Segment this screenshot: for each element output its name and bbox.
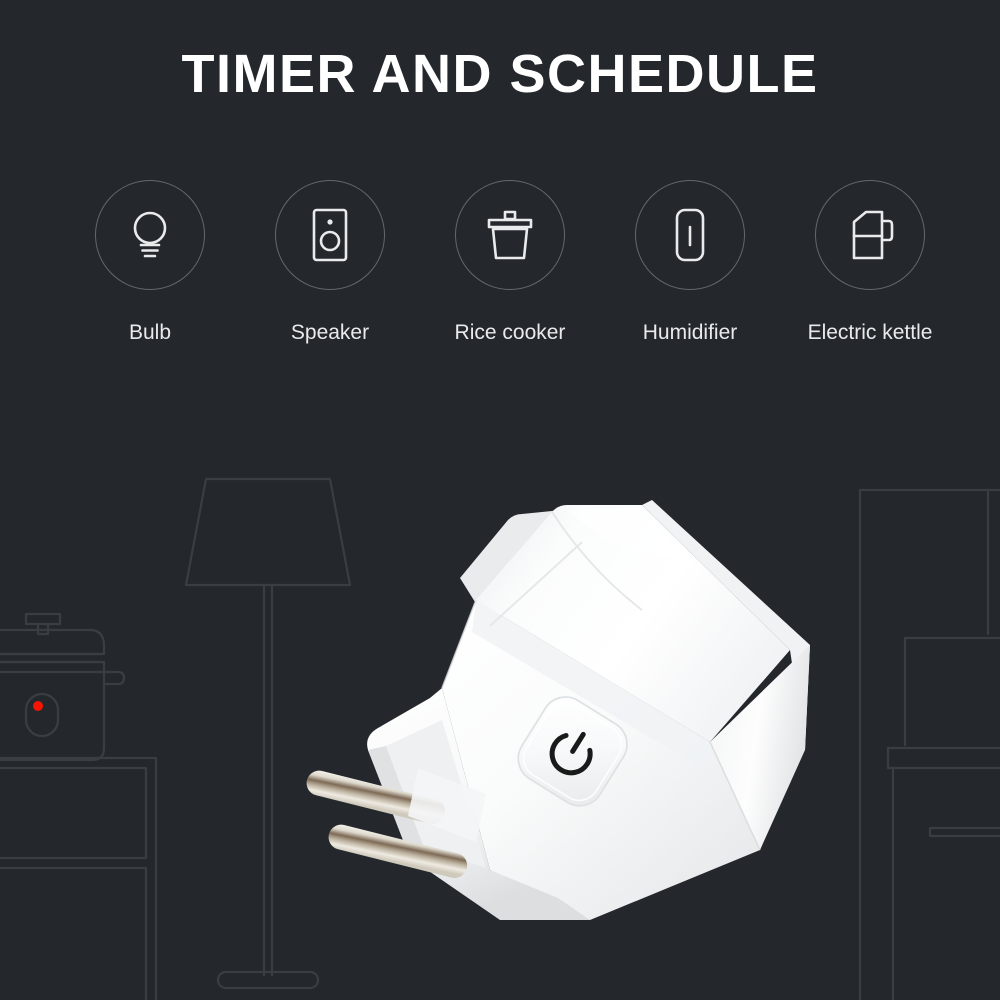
feature-label-speaker: Speaker xyxy=(290,321,370,344)
page-title: TIMER AND SCHEDULE xyxy=(181,44,819,104)
product-image-smart-plug xyxy=(290,450,850,920)
feature-circle-speaker xyxy=(275,180,385,290)
feature-circle-bulb xyxy=(95,180,205,290)
feature-electric-kettle[interactable]: Electric kettle xyxy=(780,180,960,346)
feature-circle-electric-kettle xyxy=(815,180,925,290)
product-banner: TIMER AND SCHEDULE Bulb Speaker Rice coo… xyxy=(0,0,1000,1000)
feature-humidifier[interactable]: Humidifier xyxy=(600,180,780,346)
counter-cabinet-left-art xyxy=(0,756,158,1000)
feature-bulb[interactable]: Bulb xyxy=(60,180,240,346)
electric-kettle-icon xyxy=(844,208,896,262)
feature-rice-cooker[interactable]: Rice cooker xyxy=(420,180,600,346)
feature-circle-rice-cooker xyxy=(455,180,565,290)
humidifier-icon xyxy=(671,206,709,264)
feature-label-bulb: Bulb xyxy=(128,321,172,344)
feature-speaker[interactable]: Speaker xyxy=(240,180,420,346)
rice-cooker-outline-art xyxy=(0,612,126,762)
feature-row: Bulb Speaker Rice cooker Humidifier Elec… xyxy=(60,180,960,360)
cabinet-right-art xyxy=(858,488,1000,1000)
feature-label-electric-kettle: Electric kettle xyxy=(807,321,933,344)
bulb-icon xyxy=(126,206,174,264)
feature-label-rice-cooker: Rice cooker xyxy=(454,321,566,344)
rice-cooker-icon xyxy=(484,208,536,262)
feature-circle-humidifier xyxy=(635,180,745,290)
feature-label-humidifier: Humidifier xyxy=(642,321,738,344)
speaker-icon xyxy=(308,206,352,264)
